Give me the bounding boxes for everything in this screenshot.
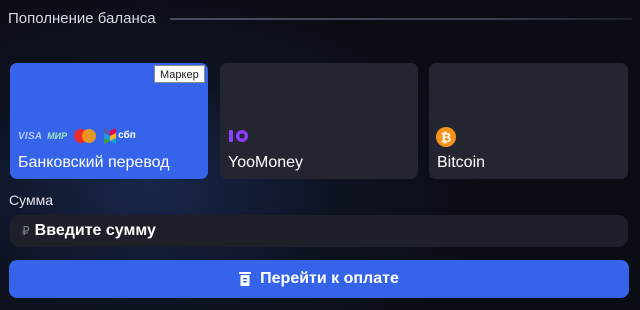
payment-icon [239,272,252,286]
method-label: YooMoney [228,154,304,171]
yoomoney-icon [229,130,248,142]
bank-logos: VISA МИР сбп [18,126,136,146]
section-title: Пополнение баланса [8,9,156,27]
method-label: Банковский перевод [18,154,170,171]
visa-logo: VISA [18,130,43,142]
amount-field[interactable]: ₽ [10,215,628,247]
tooltip: Маркер [154,65,205,83]
amount-label: Сумма [9,192,53,208]
method-label: Bitcoin [437,154,486,171]
mastercard-logo [72,128,98,144]
section-header: Пополнение баланса [8,7,632,29]
amount-input[interactable] [34,215,628,247]
mir-logo: МИР [47,131,68,141]
bitcoin-icon: ₿ [436,127,456,147]
pay-button-label: Перейти к оплате [260,270,399,287]
header-divider [169,17,632,20]
sbp-logo-text: сбп [118,130,136,141]
method-yoomoney[interactable]: YooMoney [220,63,418,179]
sbp-logo: сбп [104,128,136,144]
ruble-icon: ₽ [22,224,30,238]
payment-methods: VISA МИР сбп Банковский перевод YooMoney… [10,63,629,179]
method-bitcoin[interactable]: ₿ Bitcoin [429,63,628,179]
pay-button[interactable]: Перейти к оплате [9,260,629,298]
